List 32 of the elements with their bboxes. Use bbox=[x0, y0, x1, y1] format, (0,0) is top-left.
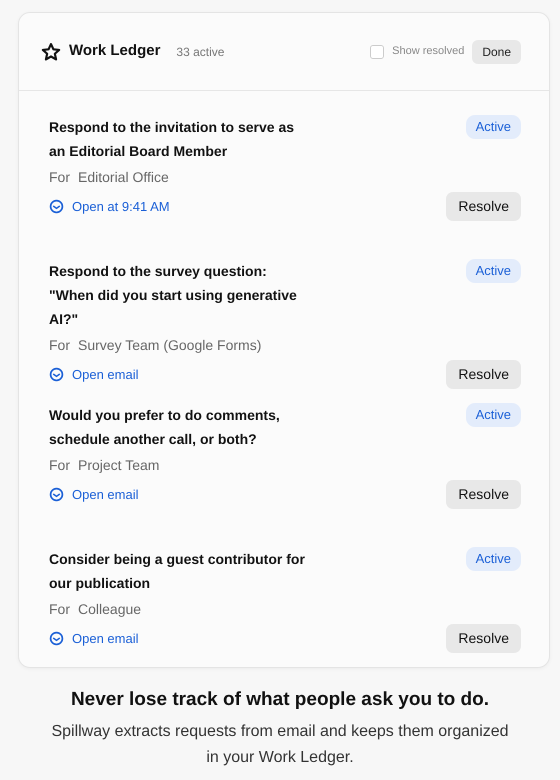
tagline-text: Spillway extracts requests from email and keeps them organized in your Work Ledger. bbox=[50, 722, 510, 768]
for-label: For bbox=[49, 336, 70, 355]
for-label: For bbox=[49, 600, 70, 619]
resolve-button[interactable]: Resolve bbox=[446, 192, 521, 221]
open-email-link[interactable]: Open email bbox=[72, 364, 138, 384]
requester-name: Colleague bbox=[78, 600, 142, 619]
request-title: Respond to the survey question: "When did you start using generative AI?" bbox=[49, 262, 298, 329]
status-label: Active bbox=[466, 259, 521, 282]
show-resolved-label: Show resolved bbox=[392, 44, 464, 60]
request-title: Would you prefer to do comments, schedule another call, or both? bbox=[49, 406, 281, 449]
requester-name: Editorial Office bbox=[78, 168, 169, 187]
ledger-title: Work Ledger bbox=[69, 41, 160, 62]
open-email-link[interactable]: Open email bbox=[72, 628, 138, 648]
tagline-heading: Never lose track of what people ask you to do. bbox=[70, 688, 490, 712]
resolve-button[interactable]: Resolve bbox=[446, 624, 521, 653]
status-label: Active bbox=[466, 115, 521, 138]
active-count: 33 active bbox=[176, 44, 224, 60]
for-label: For bbox=[49, 456, 70, 475]
open-email-link[interactable]: Open at 9:41 AM bbox=[72, 196, 170, 216]
status-label: Active bbox=[466, 403, 521, 426]
star-icon bbox=[41, 42, 61, 62]
requester-name: Survey Team (Google Forms) bbox=[78, 336, 262, 355]
request-title: Consider being a guest contributor for our publication bbox=[49, 550, 306, 593]
show-resolved-checkbox[interactable] bbox=[370, 44, 384, 58]
done-button[interactable]: Done bbox=[472, 40, 521, 64]
request-title: Respond to the invitation to serve as an Editorial Board Member bbox=[49, 118, 296, 161]
resolve-button[interactable]: Resolve bbox=[446, 360, 521, 389]
resolve-button[interactable]: Resolve bbox=[446, 480, 521, 509]
for-label: For bbox=[49, 168, 70, 187]
open-email-link[interactable]: Open email bbox=[72, 484, 138, 504]
status-label: Active bbox=[466, 547, 521, 570]
requester-name: Project Team bbox=[78, 456, 160, 475]
